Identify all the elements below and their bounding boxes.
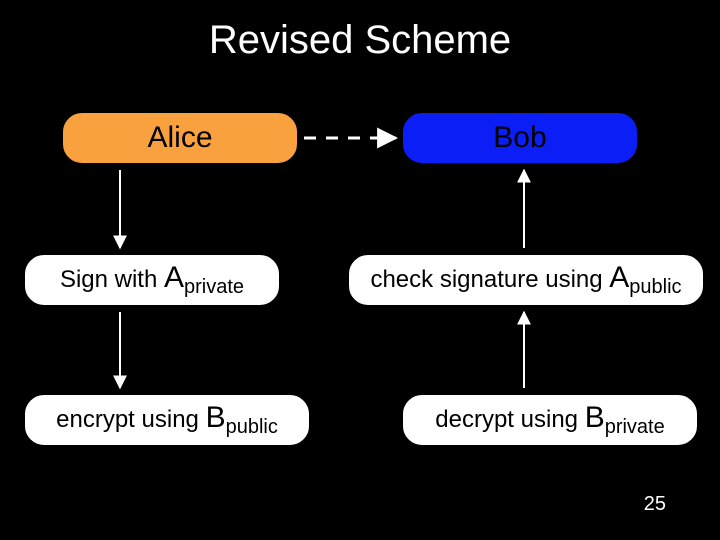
step-encrypt-label: encrypt using Bpublic: [56, 401, 278, 439]
step-decrypt: decrypt using Bprivate: [400, 392, 700, 448]
actor-bob-label: Bob: [493, 121, 546, 155]
step-sign-label: Sign with Aprivate: [60, 261, 244, 299]
page-number: 25: [644, 493, 666, 516]
actor-alice: Alice: [60, 110, 300, 166]
step-sign: Sign with Aprivate: [22, 252, 282, 308]
step-decrypt-label: decrypt using Bprivate: [435, 401, 664, 439]
actor-bob: Bob: [400, 110, 640, 166]
step-check: check signature using Apublic: [346, 252, 706, 308]
step-check-label: check signature using Apublic: [370, 261, 681, 299]
slide-title: Revised Scheme: [0, 18, 720, 63]
actor-alice-label: Alice: [147, 121, 212, 155]
step-encrypt: encrypt using Bpublic: [22, 392, 312, 448]
